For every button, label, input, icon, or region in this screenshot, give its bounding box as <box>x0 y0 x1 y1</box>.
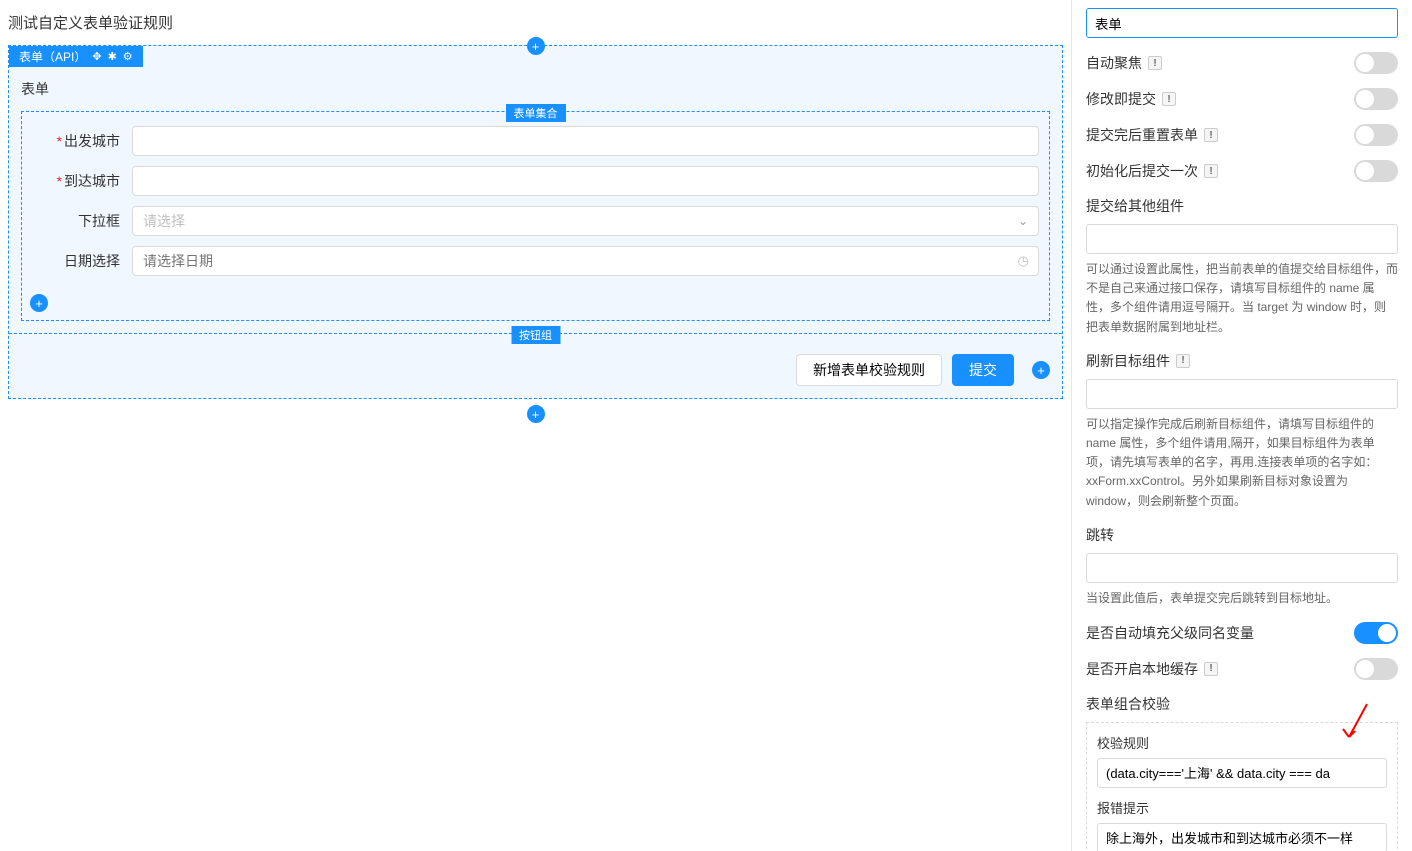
clock-icon: ◷ <box>1018 253 1029 269</box>
msg-input[interactable] <box>1097 823 1387 851</box>
submit-on-change-label: 修改即提交 <box>1086 89 1156 109</box>
form-title: 表单 <box>21 79 1050 99</box>
local-cache-toggle[interactable] <box>1354 658 1398 680</box>
rule-input[interactable] <box>1097 758 1387 788</box>
input-arrival-city[interactable] <box>132 166 1039 196</box>
properties-sidebar: 自动聚焦 ! 修改即提交 ! 提交完后重置表单 ! 初始化后提交一次 ! 提交给… <box>1072 0 1412 851</box>
label-date: 日期选择 <box>32 251 132 271</box>
button-group-label: 按钮组 <box>511 326 560 344</box>
add-action-icon[interactable]: + <box>1032 361 1050 379</box>
submit-on-init-toggle[interactable] <box>1354 160 1398 182</box>
field-arrival-city: 到达城市 <box>32 166 1039 196</box>
reload-help: 可以指定操作完成后刷新目标组件，请填写目标组件的 name 属性，多个组件请用,… <box>1086 415 1398 511</box>
add-field-icon[interactable]: + <box>30 294 48 312</box>
settings-icon[interactable]: ✱ <box>108 50 117 63</box>
target-help: 可以通过设置此属性，把当前表单的值提交给目标组件，而不是自己来通过接口保存，请填… <box>1086 260 1398 337</box>
field-date: 日期选择 ◷ <box>32 246 1039 276</box>
input-date[interactable] <box>132 246 1039 276</box>
label-departure-city: 出发城市 <box>32 131 132 151</box>
target-label: 提交给其他组件 <box>1086 196 1398 216</box>
info-icon[interactable]: ! <box>1176 354 1190 368</box>
submit-button[interactable]: 提交 <box>952 354 1014 386</box>
info-icon[interactable]: ! <box>1204 164 1218 178</box>
label-arrival-city: 到达城市 <box>32 171 132 191</box>
redirect-input[interactable] <box>1086 553 1398 583</box>
add-after-icon[interactable]: + <box>527 405 545 423</box>
button-group[interactable]: 按钮组 新增表单校验规则 提交 + <box>9 333 1062 398</box>
reload-label: 刷新目标组件 <box>1086 351 1170 371</box>
target-input[interactable] <box>1086 224 1398 254</box>
submit-on-change-toggle[interactable] <box>1354 88 1398 110</box>
combo-validation-label: 表单组合校验 <box>1086 694 1398 714</box>
form-header-label: 表单（API） <box>19 48 86 65</box>
dropdown-placeholder: 请选择 <box>143 211 1018 231</box>
form-fieldset[interactable]: 表单集合 出发城市 到达城市 下拉框 请选择 ⌄ <box>21 111 1050 321</box>
validation-rule-card: 校验规则 报错提示 <box>1086 722 1398 851</box>
auto-fill-parent-label: 是否自动填充父级同名变量 <box>1086 623 1254 643</box>
submit-on-init-label: 初始化后提交一次 <box>1086 161 1198 181</box>
info-icon[interactable]: ! <box>1162 92 1176 106</box>
msg-label: 报错提示 <box>1097 798 1387 817</box>
form-api-container[interactable]: + 表单（API） ✥ ✱ ⚙ 表单 表单集合 出发城市 到达城市 下拉框 <box>8 45 1063 399</box>
autofocus-toggle[interactable] <box>1354 52 1398 74</box>
page-title: 测试自定义表单验证规则 <box>8 8 1063 37</box>
gear-icon[interactable]: ⚙ <box>123 50 133 63</box>
fieldset-label: 表单集合 <box>506 104 566 122</box>
autofocus-label: 自动聚焦 <box>1086 53 1142 73</box>
reload-input[interactable] <box>1086 379 1398 409</box>
auto-fill-parent-toggle[interactable] <box>1354 622 1398 644</box>
field-departure-city: 出发城市 <box>32 126 1039 156</box>
input-departure-city[interactable] <box>132 126 1039 156</box>
form-header-bar: 表单（API） ✥ ✱ ⚙ <box>9 46 143 67</box>
component-name-input[interactable] <box>1086 8 1398 38</box>
label-dropdown: 下拉框 <box>32 211 132 231</box>
add-before-icon[interactable]: + <box>527 37 545 55</box>
field-dropdown: 下拉框 请选择 ⌄ <box>32 206 1039 236</box>
chevron-down-icon: ⌄ <box>1018 214 1028 228</box>
local-cache-label: 是否开启本地缓存 <box>1086 659 1198 679</box>
info-icon[interactable]: ! <box>1148 56 1162 70</box>
redirect-help: 当设置此值后，表单提交完后跳转到目标地址。 <box>1086 589 1398 608</box>
move-icon[interactable]: ✥ <box>92 50 101 63</box>
info-icon[interactable]: ! <box>1204 662 1218 676</box>
rule-label: 校验规则 <box>1097 733 1387 752</box>
reset-after-submit-label: 提交完后重置表单 <box>1086 125 1198 145</box>
reset-after-submit-toggle[interactable] <box>1354 124 1398 146</box>
add-validation-rule-button[interactable]: 新增表单校验规则 <box>796 354 942 386</box>
redirect-label: 跳转 <box>1086 525 1398 545</box>
info-icon[interactable]: ! <box>1204 128 1218 142</box>
select-dropdown[interactable]: 请选择 ⌄ <box>132 206 1039 236</box>
